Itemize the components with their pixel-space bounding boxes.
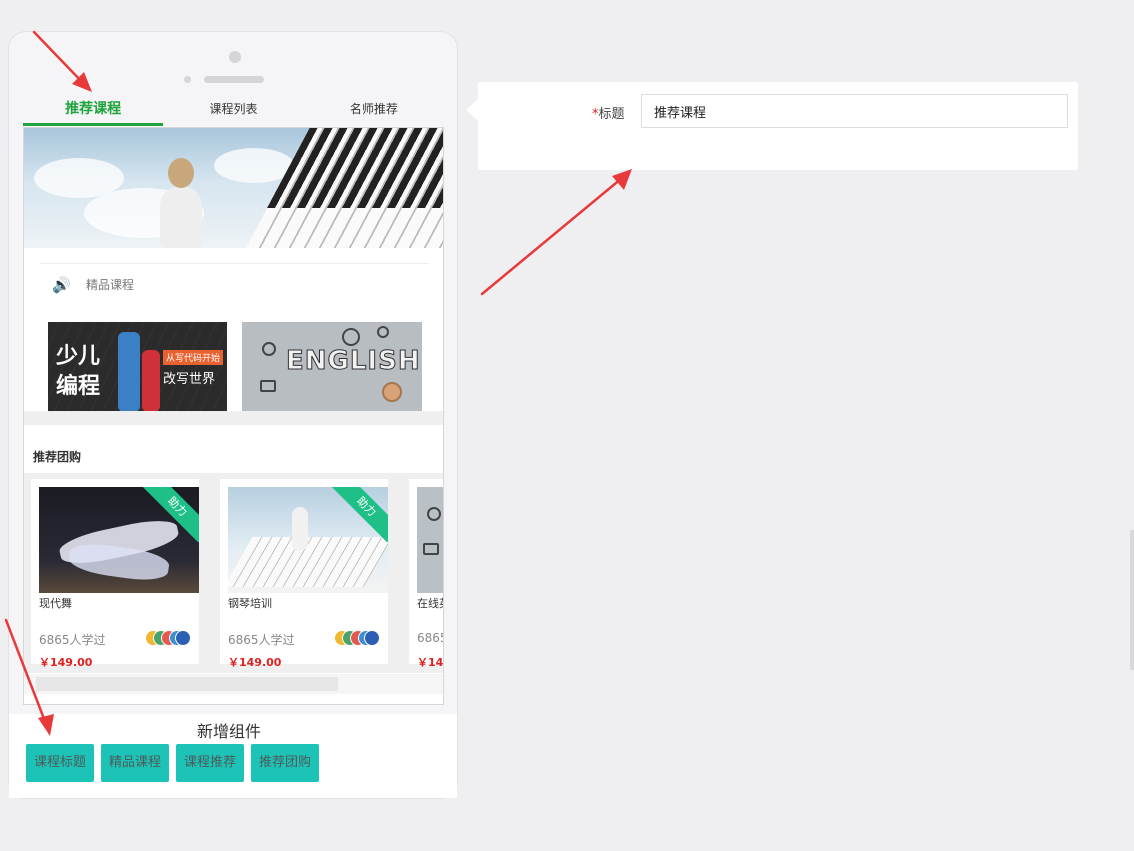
learner-avatars bbox=[334, 630, 380, 646]
group-card-name: 现代舞 bbox=[39, 597, 72, 610]
kid-figure bbox=[118, 332, 140, 412]
kids-coding-title: 少儿 编程 bbox=[56, 344, 101, 399]
course-thumb-kids-coding[interactable]: 少儿 编程 从写代码开始 改写世界 bbox=[48, 322, 227, 412]
add-component-title: 新增组件 bbox=[197, 722, 262, 741]
notice-text: 精品课程 bbox=[86, 278, 135, 292]
avatar bbox=[364, 630, 380, 646]
piano-keys-graphic bbox=[235, 128, 443, 248]
group-card-name: 在线英 bbox=[417, 597, 443, 610]
course-tabs: 推荐课程 课程列表 名师推荐 bbox=[23, 96, 444, 126]
group-card-price: ￥149.00 bbox=[39, 656, 93, 669]
group-card[interactable]: 助力 钢琴培训 6865人学过 ￥149.00 bbox=[220, 479, 388, 669]
speaker-icon: 🔊 bbox=[52, 276, 71, 294]
scrollbar-thumb[interactable] bbox=[36, 677, 338, 691]
section-gap bbox=[24, 411, 443, 425]
kids-coding-subtitle: 改写世界 bbox=[163, 372, 216, 387]
arrow-head bbox=[612, 169, 632, 190]
add-component-panel: 新增组件 课程标题 精品课程 课程推荐 推荐团购 bbox=[9, 714, 457, 798]
preview-screen: 🔊 精品课程 少儿 编程 从写代码开始 改写世界 ENGLISH 推荐团购 助力… bbox=[23, 127, 444, 705]
group-buy-title: 推荐团购 bbox=[33, 450, 82, 464]
group-card-learned-count: 6865 bbox=[417, 631, 443, 645]
tab-course-list[interactable]: 课程列表 bbox=[163, 96, 303, 126]
kids-coding-tag: 从写代码开始 bbox=[163, 350, 224, 365]
add-featured-course-button[interactable]: 精品课程 bbox=[101, 744, 169, 782]
phone-speaker bbox=[204, 76, 264, 83]
tab-famous-teachers[interactable]: 名师推荐 bbox=[304, 96, 444, 126]
notice-divider bbox=[40, 263, 429, 264]
group-card-learned-count: 6865人学过 bbox=[228, 633, 295, 647]
group-card-image: 助力 bbox=[228, 487, 388, 593]
group-card-price: ￥149 bbox=[417, 656, 444, 669]
page-scrollbar[interactable] bbox=[1130, 530, 1134, 670]
kid-figure bbox=[142, 350, 160, 412]
course-thumb-english[interactable]: ENGLISH bbox=[242, 322, 422, 412]
boost-ribbon: 助力 bbox=[330, 487, 388, 543]
panel-pointer bbox=[466, 99, 478, 121]
lightbulb-icon bbox=[262, 342, 276, 356]
hand-figure bbox=[382, 382, 402, 402]
add-group-buy-button[interactable]: 推荐团购 bbox=[251, 744, 319, 782]
group-card-name: 钢琴培训 bbox=[228, 597, 272, 610]
gear-icon bbox=[377, 326, 389, 338]
avatar bbox=[175, 630, 191, 646]
phone-camera bbox=[229, 51, 241, 63]
notch-pointer bbox=[233, 676, 251, 685]
group-card-image bbox=[417, 487, 443, 593]
phone-sensor bbox=[184, 76, 191, 83]
learner-avatars bbox=[145, 630, 191, 646]
group-card-image: 助力 bbox=[39, 487, 199, 593]
molecule-icon bbox=[342, 328, 360, 346]
tab-recommended-courses[interactable]: 推荐课程 bbox=[23, 96, 164, 126]
title-input[interactable] bbox=[641, 94, 1068, 128]
book-icon bbox=[260, 380, 276, 392]
english-word: ENGLISH bbox=[286, 346, 421, 377]
group-card[interactable]: 在线英 6865 ￥149 bbox=[409, 479, 443, 669]
add-course-recommend-button[interactable]: 课程推荐 bbox=[176, 744, 244, 782]
add-course-title-button[interactable]: 课程标题 bbox=[26, 744, 94, 782]
config-panel: *标题 bbox=[478, 82, 1078, 170]
banner-image[interactable] bbox=[24, 128, 443, 248]
group-card-price: ￥149.00 bbox=[228, 656, 282, 669]
girl-figure bbox=[154, 158, 208, 248]
group-buy-list: 助力 现代舞 6865人学过 ￥149.00 助力 钢琴培训 6865人学过 ￥… bbox=[24, 473, 443, 673]
title-field-label: *标题 bbox=[592, 107, 625, 122]
group-card-learned-count: 6865人学过 bbox=[39, 633, 106, 647]
annotation-arrow bbox=[480, 176, 624, 296]
group-card[interactable]: 助力 现代舞 6865人学过 ￥149.00 bbox=[31, 479, 199, 669]
